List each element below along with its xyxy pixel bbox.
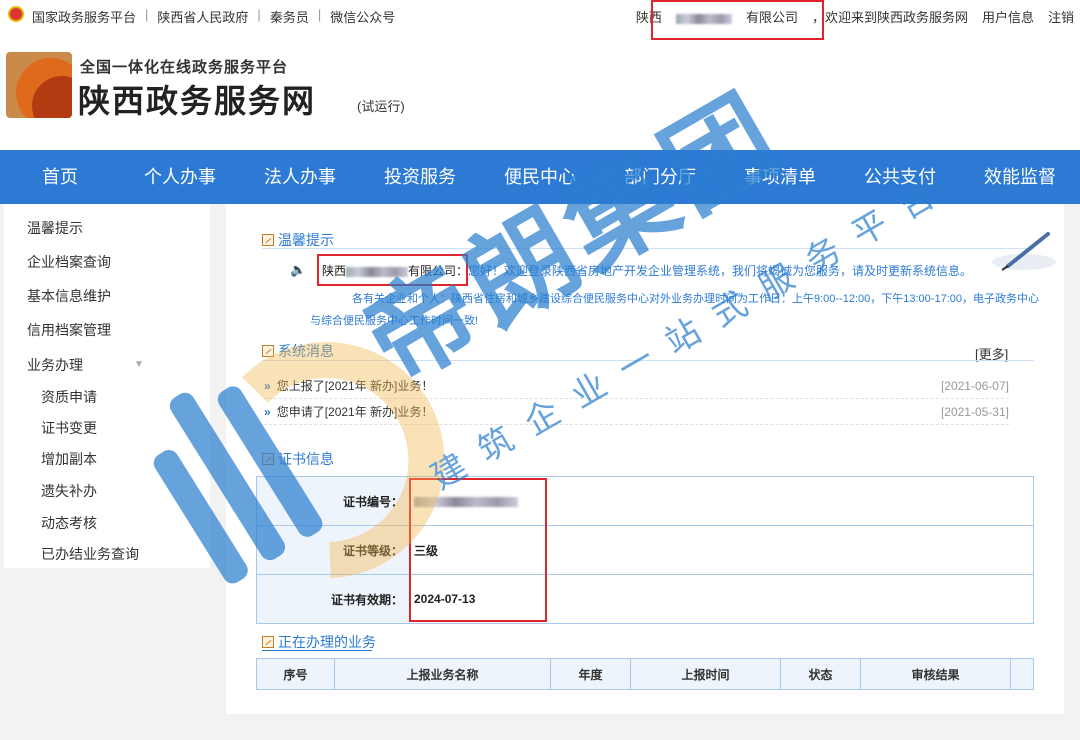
nav-personal-services[interactable]: 个人办事	[120, 150, 240, 204]
double-chevron-icon: »	[264, 378, 271, 393]
edit-note-icon	[262, 453, 274, 465]
edit-note-icon	[262, 636, 274, 648]
link-qinwuyuan[interactable]: 秦务员	[270, 7, 309, 26]
message-item[interactable]: » 您申请了[2021年 新办]业务！ [2021-05-31]	[264, 399, 1009, 425]
sidebar-sub-add-copy[interactable]: 增加副本	[41, 449, 97, 469]
sidebar-item-credit-archive[interactable]: 信用档案管理	[27, 320, 111, 340]
column-header: 状态	[780, 658, 861, 690]
divider	[262, 248, 1034, 249]
messages-section-title: 系统消息	[262, 341, 334, 361]
column-header: 上报时间	[630, 658, 781, 690]
column-header: 上报业务名称	[334, 658, 551, 690]
nav-corporate-services[interactable]: 法人办事	[240, 150, 360, 204]
nav-item-list[interactable]: 事项清单	[720, 150, 840, 204]
sidebar: 温馨提示 企业档案查询 基本信息维护 信用档案管理 业务办理 ▼ 资质申请 证书…	[4, 204, 210, 568]
certificate-validity-label: 证书有效期：	[256, 574, 410, 624]
pen-decoration-icon	[992, 232, 1056, 271]
highlight-box-top-company	[651, 0, 824, 40]
business-table: 序号 上报业务名称 年度 上报时间 状态 审核结果	[256, 658, 1034, 690]
message-date: [2021-06-07]	[940, 378, 1009, 393]
nav-investment-services[interactable]: 投资服务	[360, 150, 480, 204]
nav-convenience-center[interactable]: 便民中心	[480, 150, 600, 204]
sidebar-item-basic-info[interactable]: 基本信息维护	[27, 286, 111, 306]
site-header: 全国一体化在线政务服务平台 陕西政务服务网 (试运行)	[0, 30, 1080, 150]
national-emblem-icon	[8, 6, 24, 22]
top-bar: 国家政务服务平台 | 陕西省人民政府 | 秦务员 | 微信公众号 陕西 有限公司，…	[0, 0, 1080, 30]
site-title[interactable]: 陕西政务服务网	[78, 76, 316, 122]
logout-link[interactable]: 注销	[1048, 7, 1074, 26]
reminder-title-text: 温馨提示	[278, 232, 334, 248]
message-text[interactable]: 您申请了[2021年 新办]业务！	[277, 403, 941, 420]
user-info-link[interactable]: 用户信息	[982, 7, 1034, 26]
table-row: 证书编号：	[256, 476, 1034, 526]
certificate-section-title: 证书信息	[262, 449, 334, 469]
certificate-title-text: 证书信息	[278, 451, 334, 467]
edit-note-icon	[262, 345, 274, 357]
trial-label: (试运行)	[357, 99, 405, 114]
speaker-icon: 🔈	[290, 262, 307, 277]
nav-department-hall[interactable]: 部门分厅	[600, 150, 720, 204]
column-header: 序号	[256, 658, 335, 690]
sidebar-sub-completed-query[interactable]: 已办结业务查询	[41, 544, 139, 564]
highlight-box-notice-company	[317, 254, 468, 286]
top-links: 国家政务服务平台 | 陕西省人民政府 | 秦务员 | 微信公众号	[32, 7, 395, 26]
sidebar-item-business[interactable]: 业务办理	[27, 355, 83, 375]
welcome-message: ，欢迎来到陕西政务服务网	[811, 10, 968, 25]
main-nav: 首页 个人办事 法人办事 投资服务 便民中心 部门分厅 事项清单 公共支付 效能…	[0, 150, 1080, 204]
certificate-level-label: 证书等级：	[256, 525, 410, 575]
highlight-box-certificate-values	[409, 478, 547, 622]
message-text[interactable]: 您上报了[2021年 新办]业务！	[277, 377, 941, 394]
business-title-text: 正在办理的业务	[278, 634, 376, 650]
nav-public-payment[interactable]: 公共支付	[840, 150, 960, 204]
nav-efficiency-supervision[interactable]: 效能监督	[960, 150, 1080, 204]
notice-paragraph: 各有关企业和个人：陕西省住房和城乡建设综合便民服务中心对外业务办理时间为工作日：…	[310, 293, 1039, 327]
sidebar-sub-certificate-change[interactable]: 证书变更	[41, 418, 97, 438]
nav-home[interactable]: 首页	[0, 150, 120, 204]
separator: |	[257, 7, 261, 22]
platform-subtitle: 全国一体化在线政务服务平台	[80, 59, 289, 76]
sidebar-item-reminder[interactable]: 温馨提示	[27, 218, 83, 238]
column-header-spacer	[1010, 658, 1034, 690]
certificate-table: 证书编号： 证书等级： 三级 证书有效期： 2024-07-13	[256, 476, 1034, 624]
sidebar-sub-lost-reissue[interactable]: 遗失补办	[41, 481, 97, 501]
sidebar-sub-qualification-apply[interactable]: 资质申请	[41, 387, 97, 407]
message-item[interactable]: » 您上报了[2021年 新办]业务！ [2021-06-07]	[264, 373, 1009, 399]
column-header: 年度	[550, 658, 631, 690]
messages-title-text: 系统消息	[278, 343, 334, 359]
certificate-number-label: 证书编号：	[256, 476, 410, 526]
edit-note-icon	[262, 234, 274, 246]
link-wechat-account[interactable]: 微信公众号	[330, 7, 395, 26]
table-row: 证书有效期： 2024-07-13	[256, 574, 1034, 624]
double-chevron-icon: »	[264, 404, 271, 419]
divider	[262, 360, 1034, 361]
reminder-section-title: 温馨提示	[262, 230, 334, 250]
sidebar-sub-dynamic-assessment[interactable]: 动态考核	[41, 513, 97, 533]
chevron-down-icon[interactable]: ▼	[134, 359, 144, 370]
table-header-row: 序号 上报业务名称 年度 上报时间 状态 审核结果	[256, 658, 1034, 690]
sidebar-item-archive-query[interactable]: 企业档案查询	[27, 252, 111, 272]
table-row: 证书等级： 三级	[256, 525, 1034, 575]
link-provincial-government[interactable]: 陕西省人民政府	[157, 7, 248, 26]
separator: |	[145, 7, 149, 22]
notice-greeting-text: 您好！欢迎登录陕西省房地产开发企业管理系统，我们将竭诚为您服务，请及时更新系统信…	[468, 264, 973, 278]
message-date: [2021-05-31]	[940, 404, 1009, 419]
link-national-platform[interactable]: 国家政务服务平台	[32, 7, 136, 26]
column-header: 审核结果	[860, 658, 1011, 690]
separator: |	[317, 7, 322, 22]
site-logo-icon[interactable]	[6, 52, 72, 118]
divider	[262, 650, 372, 651]
business-section-title: 正在办理的业务	[262, 632, 376, 652]
